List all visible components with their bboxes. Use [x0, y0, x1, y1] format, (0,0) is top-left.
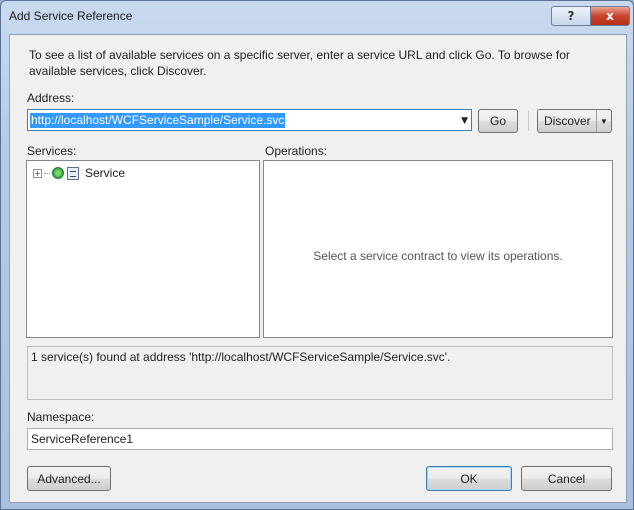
close-icon: x	[606, 9, 614, 23]
go-button-label: Go	[489, 114, 506, 128]
advanced-button[interactable]: Advanced...	[27, 466, 111, 491]
services-label: Services:	[27, 144, 77, 158]
namespace-input[interactable]: ServiceReference1	[27, 428, 613, 450]
namespace-label: Namespace:	[27, 410, 95, 424]
expand-icon[interactable]: +	[33, 168, 42, 178]
address-label: Address:	[27, 91, 75, 105]
cancel-button-label: Cancel	[547, 471, 586, 486]
dropdown-arrow-icon[interactable]: ▼	[461, 116, 468, 126]
operations-label: Operations:	[265, 144, 328, 158]
add-service-reference-dialog: Add Service Reference ? x To see a list …	[0, 0, 634, 510]
operations-list[interactable]: Select a service contract to view its op…	[263, 160, 613, 338]
tree-connector	[44, 172, 50, 174]
close-button[interactable]: x	[590, 6, 630, 26]
dialog-title: Add Service Reference	[9, 9, 133, 23]
ok-button-label: OK	[460, 471, 478, 486]
intro-text: To see a list of available services on a…	[29, 48, 570, 78]
tree-item-label: Service	[85, 166, 126, 180]
namespace-value: ServiceReference1	[31, 432, 134, 446]
discover-button[interactable]: Discover ▼	[537, 109, 612, 133]
discover-dropdown-icon[interactable]: ▼	[596, 110, 611, 132]
help-icon: ?	[567, 9, 575, 23]
discover-button-label: Discover	[544, 114, 591, 128]
status-panel: 1 service(s) found at address 'http://lo…	[27, 346, 613, 400]
service-globe-icon	[52, 167, 64, 179]
operations-placeholder: Select a service contract to view its op…	[313, 249, 563, 263]
status-text: 1 service(s) found at address 'http://lo…	[31, 350, 451, 364]
cancel-button[interactable]: Cancel	[521, 466, 612, 491]
address-combobox[interactable]: http://localhost/WCFServiceSample/Servic…	[27, 109, 472, 131]
ok-button[interactable]: OK	[426, 466, 512, 491]
address-input[interactable]: http://localhost/WCFServiceSample/Servic…	[30, 113, 286, 128]
separator	[528, 111, 529, 131]
advanced-button-label: Advanced...	[37, 471, 101, 486]
service-document-icon	[67, 166, 79, 180]
go-button[interactable]: Go	[478, 109, 518, 133]
title-bar[interactable]: Add Service Reference ? x	[1, 1, 633, 31]
tree-item-service[interactable]: + Service	[33, 166, 125, 180]
services-tree[interactable]: + Service	[26, 160, 260, 338]
dialog-body: To see a list of available services on a…	[9, 34, 627, 503]
help-button[interactable]: ?	[551, 6, 591, 26]
